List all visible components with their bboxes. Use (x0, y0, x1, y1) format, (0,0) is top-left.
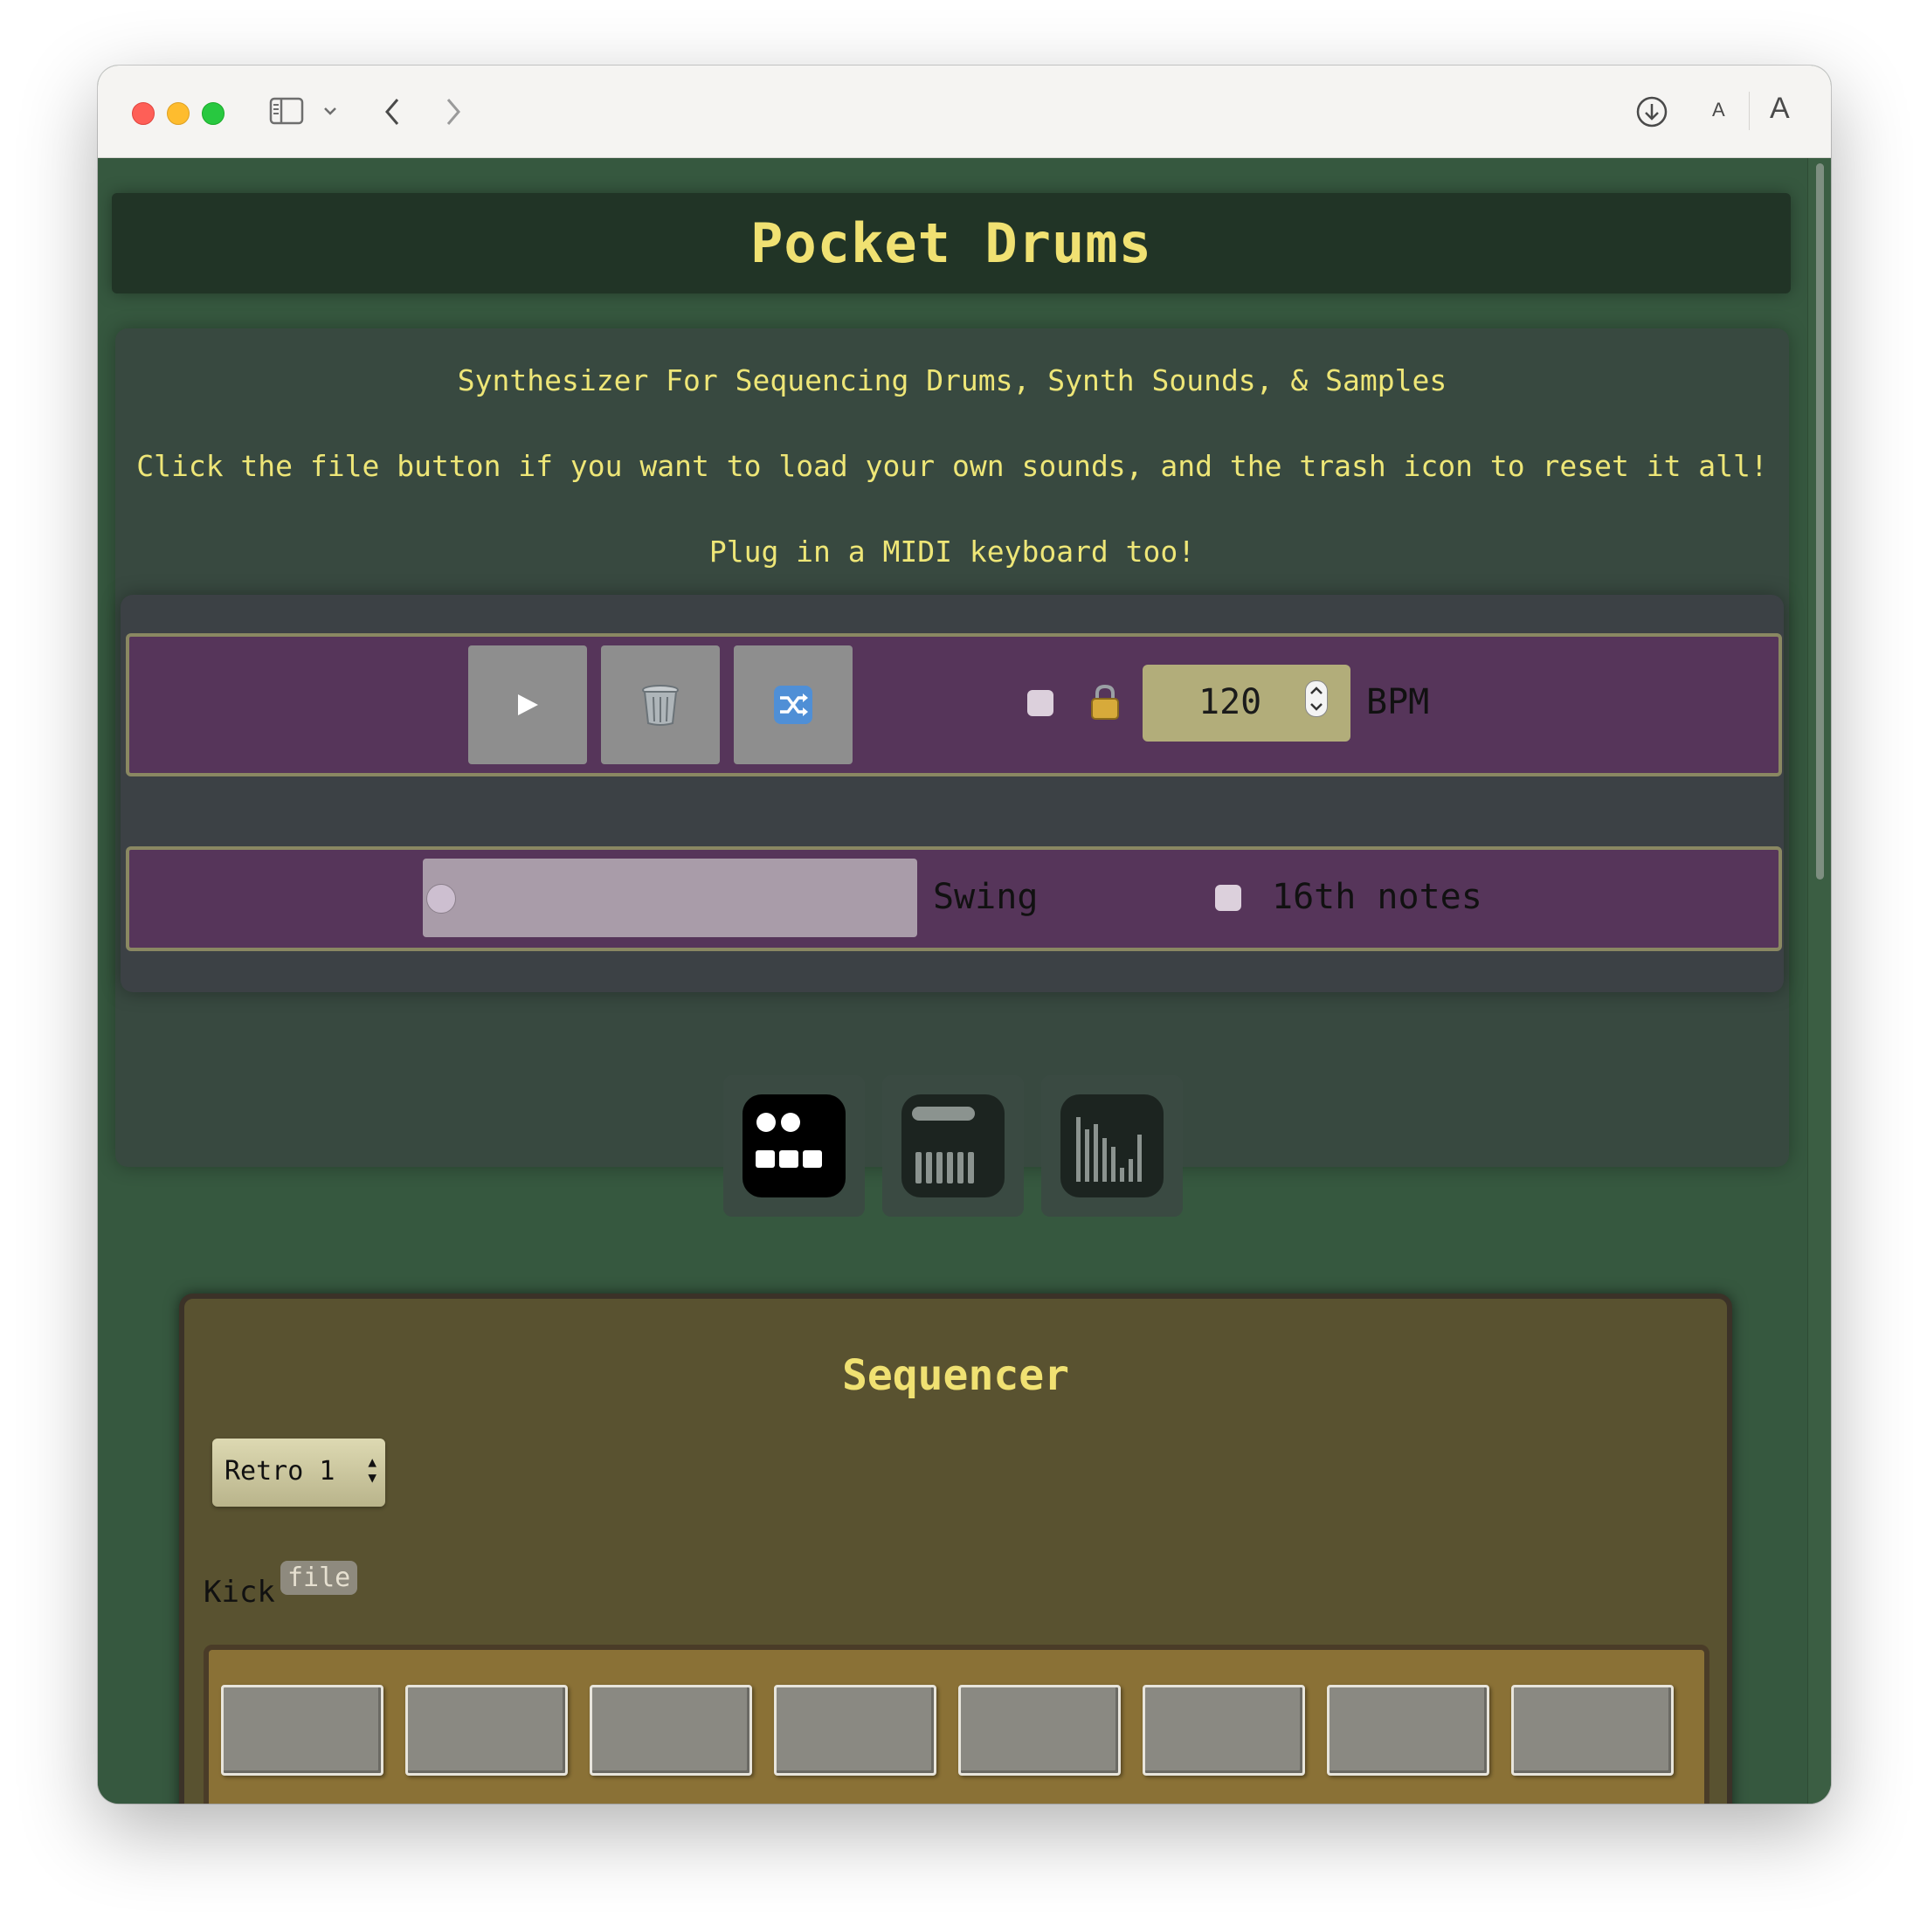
drum-pad-mode-icon (756, 1113, 822, 1168)
select-arrows-icon: ▲ ▼ (368, 1453, 376, 1486)
spinner-arrows-icon (1310, 687, 1323, 711)
page-content: Pocket Drums Synthesizer For Sequencing … (98, 158, 1808, 1804)
controls-frame: 120 BPM Swing 16th notes (121, 595, 1784, 992)
trash-icon (642, 685, 679, 726)
step-button-7[interactable] (1327, 1685, 1489, 1776)
instructions: Click the file button if you want to loa… (136, 449, 1768, 483)
step-button-6[interactable] (1143, 1685, 1305, 1776)
keyboard-mode-button[interactable] (882, 1075, 1024, 1217)
sequencer-title: Sequencer (841, 1351, 1070, 1400)
app-header: Pocket Drums (112, 193, 1791, 293)
bpm-value: 120 (1198, 682, 1262, 722)
text-larger-icon[interactable]: A (1770, 92, 1790, 126)
subtitle: Synthesizer For Sequencing Drums, Synth … (457, 363, 1447, 397)
shuffle-icon (774, 686, 812, 724)
swing-slider-thumb[interactable] (426, 884, 456, 914)
step-button-3[interactable] (590, 1685, 752, 1776)
drum-pad-mode-button[interactable] (723, 1075, 865, 1217)
play-button[interactable] (468, 645, 587, 764)
sidebar-icon[interactable] (269, 97, 304, 125)
lock-icon (1091, 684, 1119, 720)
step-button-8[interactable] (1511, 1685, 1674, 1776)
midi-note: Plug in a MIDI keyboard too! (708, 535, 1196, 569)
sampler-mode-icon (1076, 1117, 1142, 1182)
shuffle-button[interactable] (734, 645, 853, 764)
zoom-window-button[interactable] (202, 102, 224, 125)
bpm-field[interactable]: 120 (1143, 665, 1350, 742)
track-label-kick: Kick (204, 1575, 275, 1610)
minimize-window-button[interactable] (167, 102, 190, 125)
page-scrollbar[interactable] (1807, 158, 1831, 1804)
sequencer-panel: Sequencer Retro 1 ▲ ▼ Kick file (179, 1294, 1732, 1804)
close-window-button[interactable] (132, 102, 155, 125)
chevron-down-icon[interactable] (323, 106, 337, 116)
kit-select-value: Retro 1 (224, 1456, 335, 1487)
browser-toolbar: A A (98, 66, 1831, 158)
step-button-5[interactable] (958, 1685, 1121, 1776)
download-icon[interactable] (1635, 95, 1668, 128)
browser-window: A A Pocket Drums Synthesizer For Sequenc… (98, 66, 1831, 1804)
swing-slider[interactable] (423, 859, 917, 937)
kick-file-button[interactable]: file (280, 1561, 358, 1595)
step-track-kick (204, 1645, 1709, 1804)
app-title: Pocket Drums (750, 211, 1152, 275)
sixteenth-notes-checkbox[interactable] (1215, 885, 1241, 911)
trash-button[interactable] (601, 645, 720, 764)
step-button-1[interactable] (221, 1685, 383, 1776)
text-smaller-icon[interactable]: A (1712, 99, 1725, 121)
kit-select[interactable]: Retro 1 ▲ ▼ (212, 1439, 385, 1507)
step-button-2[interactable] (405, 1685, 568, 1776)
step-button-4[interactable] (774, 1685, 936, 1776)
play-icon (518, 694, 538, 715)
bpm-spinner[interactable] (1305, 680, 1328, 717)
keyboard-mode-icon (912, 1107, 975, 1183)
transport-bar: 120 BPM (126, 633, 1782, 776)
back-icon[interactable] (383, 97, 402, 127)
info-panel: Synthesizer For Sequencing Drums, Synth … (115, 328, 1789, 1167)
swing-label: Swing (933, 877, 1039, 917)
sampler-mode-button[interactable] (1041, 1075, 1183, 1217)
bpm-label: BPM (1366, 682, 1430, 722)
lock-checkbox[interactable] (1027, 690, 1053, 716)
swing-bar: Swing 16th notes (126, 846, 1782, 951)
scrollbar-thumb[interactable] (1816, 163, 1824, 880)
sixteenth-notes-label: 16th notes (1272, 877, 1482, 917)
forward-icon[interactable] (444, 97, 463, 127)
toolbar-divider (1749, 92, 1750, 130)
